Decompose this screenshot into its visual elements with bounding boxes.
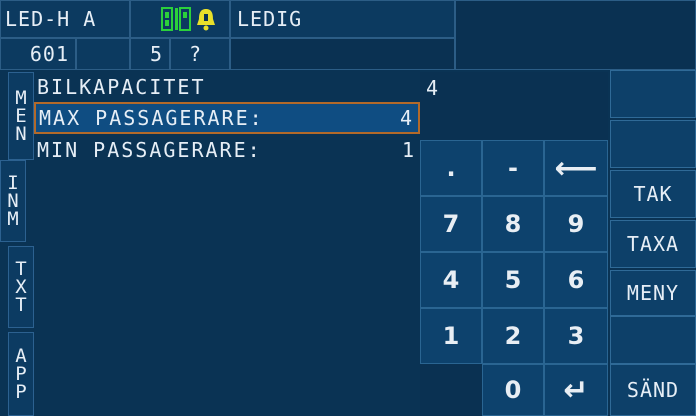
question-text: ?: [189, 42, 203, 66]
key-label: 9: [567, 210, 585, 238]
input-display[interactable]: 4: [420, 72, 608, 140]
tab-txt[interactable]: T X T: [8, 246, 34, 328]
key-label: 7: [442, 210, 460, 238]
backspace-key[interactable]: ⟵: [544, 140, 608, 196]
key-label: -: [508, 154, 518, 182]
meny-button-label: MENY: [626, 281, 680, 305]
status-field: LEDIG: [230, 0, 455, 38]
sand-button-label: SÄND: [626, 378, 680, 402]
tab-menu[interactable]: M E N: [8, 72, 34, 160]
tab-app-letter: P: [15, 381, 27, 403]
key-4[interactable]: 4: [420, 252, 482, 308]
taxa-button-label: TAXA: [626, 232, 680, 256]
function-key-6[interactable]: [610, 316, 696, 364]
key-label: 0: [504, 376, 522, 404]
function-key-2[interactable]: [610, 120, 696, 168]
list-item-label: MIN PASSAGERARE:: [37, 138, 262, 162]
key-6[interactable]: 6: [544, 252, 608, 308]
list-item-min-passengers[interactable]: MIN PASSAGERARE: 1: [34, 134, 420, 166]
count-text: 5: [149, 42, 163, 66]
key-label: 3: [567, 322, 585, 350]
key-label: 6: [567, 266, 585, 294]
car-number-field: 601: [0, 38, 76, 70]
key-7[interactable]: 7: [420, 196, 482, 252]
tak-button[interactable]: TAK: [610, 170, 696, 218]
list-heading: BILKAPACITET: [34, 72, 420, 102]
meny-button[interactable]: MENY: [610, 270, 696, 316]
key-minus[interactable]: -: [482, 140, 544, 196]
status-text: LEDIG: [237, 7, 303, 31]
list-item-label: MAX PASSAGERARE:: [39, 106, 264, 130]
key-2[interactable]: 2: [482, 308, 544, 364]
taxa-button[interactable]: TAXA: [610, 220, 696, 268]
meter-icon: [161, 7, 191, 31]
vehicle-id-text: LED-H A: [5, 7, 97, 31]
key-1[interactable]: 1: [420, 308, 482, 364]
key-blank: [420, 364, 482, 416]
key-0[interactable]: 0: [482, 364, 544, 416]
key-9[interactable]: 9: [544, 196, 608, 252]
bell-icon: [197, 9, 215, 31]
tab-txt-letter: T: [15, 294, 27, 316]
input-value: 4: [426, 76, 439, 100]
key-label: 4: [442, 266, 460, 294]
list-heading-text: BILKAPACITET: [37, 75, 206, 99]
backspace-icon: ⟵: [554, 150, 598, 186]
count-field: 5: [130, 38, 170, 70]
sand-button[interactable]: SÄND: [610, 364, 696, 416]
tab-menu-letter: N: [15, 123, 27, 145]
list-item-value: 4: [399, 106, 414, 130]
header-right-panel: [455, 0, 696, 70]
tab-inm-letter: M: [7, 208, 19, 230]
header-empty-field: [230, 38, 455, 70]
tak-button-label: TAK: [633, 182, 673, 206]
enter-key[interactable]: ↵: [544, 364, 608, 416]
tab-inm[interactable]: I N M: [0, 160, 26, 242]
tab-app[interactable]: A P P: [8, 332, 34, 416]
key-5[interactable]: 5: [482, 252, 544, 308]
key-dot[interactable]: .: [420, 140, 482, 196]
question-field: ?: [170, 38, 230, 70]
list-item-max-passengers[interactable]: MAX PASSAGERARE: 4: [34, 102, 420, 134]
status-icons: [130, 0, 230, 38]
car-number-text: 601: [29, 42, 69, 66]
list-item-value: 1: [401, 138, 416, 162]
key-label: 1: [442, 322, 460, 350]
key-label: 5: [504, 266, 522, 294]
function-key-1[interactable]: [610, 70, 696, 118]
key-label: 8: [504, 210, 522, 238]
key-label: .: [446, 154, 456, 182]
blank-field: [76, 38, 130, 70]
vehicle-id-field: LED-H A: [0, 0, 130, 38]
key-3[interactable]: 3: [544, 308, 608, 364]
enter-icon: ↵: [563, 372, 589, 408]
key-label: 2: [504, 322, 522, 350]
key-8[interactable]: 8: [482, 196, 544, 252]
